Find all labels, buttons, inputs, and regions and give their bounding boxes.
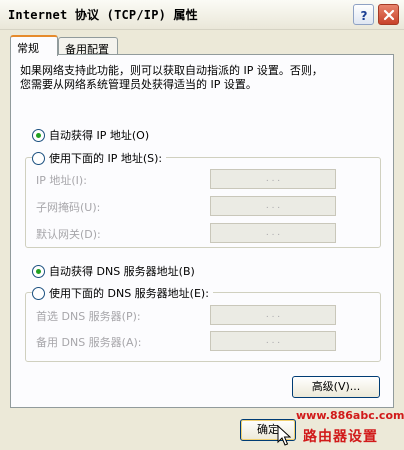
radio-button-checked[interactable]: [32, 128, 45, 142]
radio-manual-ip[interactable]: 使用下面的 IP 地址(S):: [32, 150, 167, 166]
dns-settings-group: [25, 292, 381, 362]
ip-address-value: . . .: [265, 174, 281, 184]
radio-manual-dns[interactable]: 使用下面的 DNS 服务器地址(E):: [32, 285, 213, 301]
alternate-dns-field: . . .: [210, 331, 336, 351]
default-gateway-value: . . .: [265, 228, 281, 238]
subnet-mask-label: 子网掩码(U):: [36, 201, 101, 214]
default-gateway-label: 默认网关(D):: [36, 228, 101, 241]
subnet-mask-field: . . .: [210, 196, 336, 216]
preferred-dns-value: . . .: [265, 310, 281, 320]
radio-button-unchecked[interactable]: [32, 286, 45, 300]
mouse-cursor-icon: [277, 425, 291, 446]
ip-address-label: IP 地址(I):: [36, 174, 87, 187]
radio-manual-ip-label: 使用下面的 IP 地址(S):: [49, 152, 163, 165]
close-icon: [383, 9, 395, 21]
description-line-1: 如果网络支持此功能，则可以获取自动指派的 IP 设置。否则，: [20, 64, 323, 77]
tab-alternate-config[interactable]: 备用配置: [58, 37, 118, 56]
description-line-2: 您需要从网络系统管理员处获得适当的 IP 设置。: [20, 78, 257, 91]
title-bar: Internet 协议 (TCP/IP) 属性 ?: [0, 0, 404, 30]
window-title: Internet 协议 (TCP/IP) 属性: [8, 8, 198, 22]
radio-button-checked[interactable]: [32, 264, 45, 278]
radio-manual-dns-label: 使用下面的 DNS 服务器地址(E):: [49, 287, 209, 300]
alternate-dns-label: 备用 DNS 服务器(A):: [36, 336, 142, 349]
svg-text:?: ?: [361, 9, 368, 22]
description-text: 如果网络支持此功能，则可以获取自动指派的 IP 设置。否则， 您需要从网络系统管…: [20, 64, 384, 92]
default-gateway-field: . . .: [210, 223, 336, 243]
preferred-dns-field: . . .: [210, 305, 336, 325]
watermark-text: 路由器设置: [303, 429, 378, 445]
radio-auto-dns-label: 自动获得 DNS 服务器地址(B): [49, 265, 195, 278]
radio-auto-ip-label: 自动获得 IP 地址(O): [49, 129, 150, 142]
radio-auto-dns[interactable]: 自动获得 DNS 服务器地址(B): [32, 263, 195, 279]
subnet-mask-value: . . .: [265, 201, 281, 211]
ip-address-field: . . .: [210, 169, 336, 189]
preferred-dns-label: 首选 DNS 服务器(P):: [36, 310, 141, 323]
watermark-url: www.886abc.com: [296, 409, 404, 422]
help-button[interactable]: ?: [353, 4, 374, 25]
radio-auto-ip[interactable]: 自动获得 IP 地址(O): [32, 127, 149, 143]
tab-general[interactable]: 常规: [10, 35, 58, 56]
radio-button-unchecked[interactable]: [32, 151, 45, 165]
alternate-dns-value: . . .: [265, 336, 281, 346]
close-button[interactable]: [378, 4, 399, 25]
advanced-button[interactable]: 高级(V)...: [292, 376, 380, 398]
help-icon: ?: [361, 9, 368, 22]
